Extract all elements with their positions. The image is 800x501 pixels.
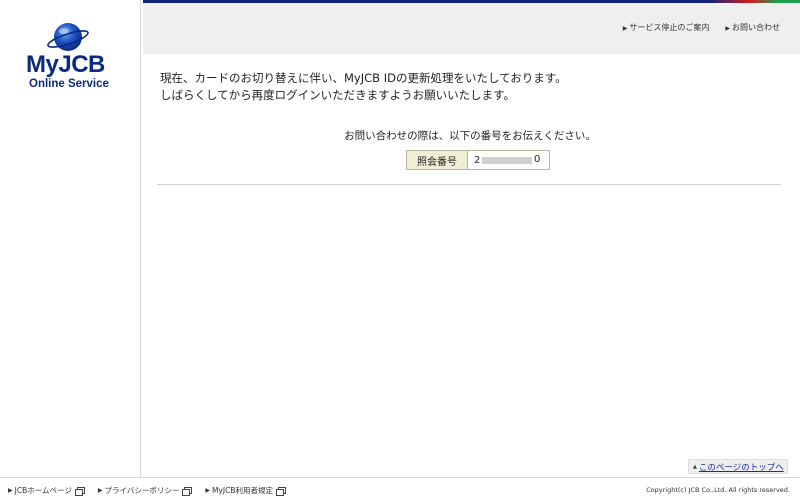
external-window-icon (275, 486, 286, 496)
footer-links: ▶ JCBホームページ ▶ プライバシーポリシー ▶ MyJCB利用者規定 (8, 485, 286, 496)
inquiry-value-end: 0 (534, 154, 541, 165)
page-top-link[interactable]: ▲ このページのトップへ (688, 459, 788, 474)
message-line-2: しばらくしてから再度ログインいただきますようお願いいたします。 (160, 88, 516, 102)
footer-link-jcb-home[interactable]: ▶ JCBホームページ (8, 485, 85, 496)
logo-subtitle: Online Service (29, 78, 109, 90)
message-line-1: 現在、カードのお切り替えに伴い、MyJCB IDの更新処理をいたしております。 (160, 71, 567, 85)
redacted-mask (482, 157, 532, 164)
logo-wordmark: MyJCB (26, 51, 105, 78)
header-links: ▶ サービス停止のご案内 ▶ お問い合わせ (623, 22, 780, 33)
triangle-right-icon: ▶ (205, 487, 210, 494)
external-window-icon (182, 486, 193, 496)
service-outage-link[interactable]: ▶ サービス停止のご案内 (623, 22, 710, 33)
footer: ▶ JCBホームページ ▶ プライバシーポリシー ▶ MyJCB利用者規定 Copyr… (0, 477, 800, 501)
inquiry-number-label: 照会番号 (407, 151, 468, 169)
header-bar: ▶ サービス停止のご案内 ▶ お問い合わせ (143, 3, 800, 54)
inquiry-note: お問い合わせの際は、以下の番号をお伝えください。 (344, 130, 596, 142)
footer-link-terms[interactable]: ▶ MyJCB利用者規定 (205, 485, 286, 496)
inquiry-number-table: 照会番号 2 0 (406, 150, 550, 170)
triangle-right-icon: ▶ (8, 487, 13, 494)
myjcb-logo[interactable]: MyJCB Online Service (26, 20, 121, 90)
external-window-icon (74, 486, 85, 496)
inquiry-number-value: 2 0 (468, 151, 549, 169)
globe-logo-icon (47, 23, 89, 51)
triangle-right-icon: ▶ (97, 487, 103, 494)
maintenance-message: 現在、カードのお切り替えに伴い、MyJCB IDの更新処理をいたしております。 … (160, 70, 567, 104)
inquiry-value-start: 2 (474, 154, 481, 166)
content-divider (157, 184, 781, 185)
sidebar: MyJCB Online Service (0, 0, 141, 477)
triangle-right-icon: ▶ (725, 25, 730, 32)
footer-link-privacy[interactable]: ▶ プライバシーポリシー (97, 485, 193, 496)
triangle-right-icon: ▶ (622, 25, 628, 32)
page-top-label[interactable]: このページのトップへ (699, 461, 784, 473)
copyright: Copyright(c) JCB Co.,Ltd. All rights res… (646, 486, 790, 494)
triangle-up-icon: ▲ (693, 463, 697, 470)
contact-link[interactable]: ▶ お問い合わせ (725, 22, 780, 33)
